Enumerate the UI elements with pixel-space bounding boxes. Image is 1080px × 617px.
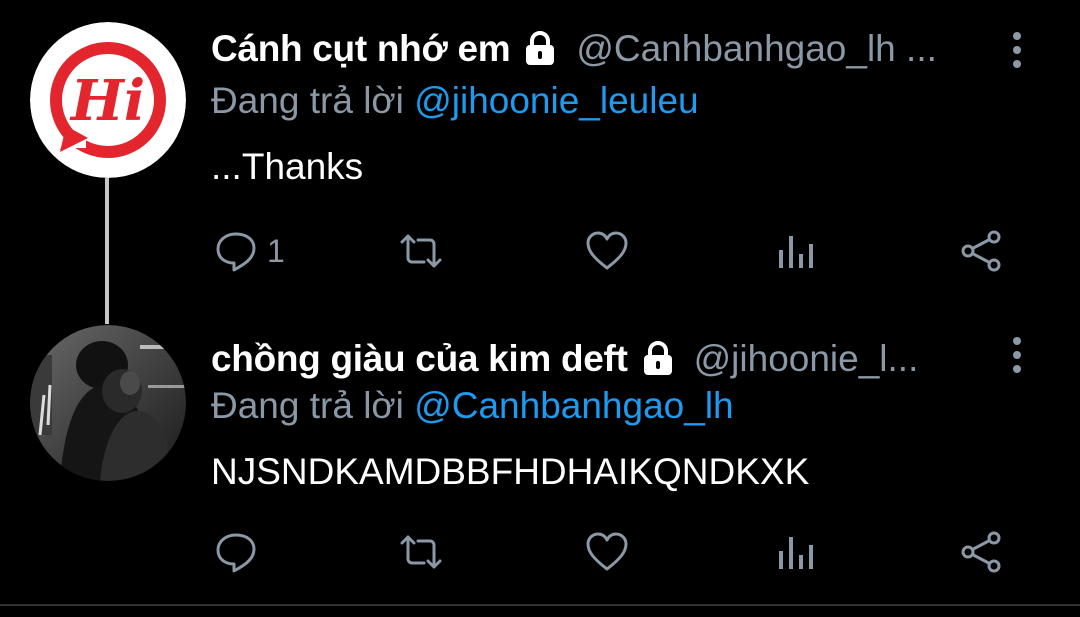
tweet[interactable]: chồng giàu của kim deft @jihoonie_l... Đ… (0, 305, 1080, 605)
tweet-text: ...Thanks (211, 146, 364, 187)
hi-logo-icon: Hi (30, 22, 186, 178)
user-handle[interactable]: @jihoonie_l... (694, 338, 919, 380)
like-button[interactable] (584, 527, 630, 577)
svg-text:Hi: Hi (69, 68, 145, 134)
analytics-icon (779, 537, 813, 569)
reply-mention-link[interactable]: @Canhbanhgao_lh (414, 385, 733, 426)
display-name[interactable]: chồng giàu của kim deft (211, 338, 628, 380)
avatar[interactable] (30, 325, 186, 481)
retweet-icon (400, 535, 442, 569)
heart-icon (586, 231, 628, 270)
share-icon (961, 230, 1001, 272)
more-options-icon[interactable] (1002, 333, 1032, 377)
tweet[interactable]: Hi Cánh cụt nhớ em @Canhbanhgao_lh ... Đ… (0, 0, 1080, 324)
analytics-icon (779, 236, 813, 268)
reply-button[interactable] (213, 527, 267, 577)
reply-prefix: Đang trả lời (211, 80, 404, 121)
tweet-actions (0, 527, 1080, 577)
tweet-header: Cánh cụt nhớ em @Canhbanhgao_lh ... (211, 28, 937, 70)
replying-to: Đang trả lời @jihoonie_leuleu (211, 80, 699, 122)
tweet-text: NJSNDKAMDBBFHDHAIKQNDKXK (211, 451, 810, 492)
reply-button[interactable]: 1 (213, 226, 285, 276)
replying-to: Đang trả lời @Canhbanhgao_lh (211, 385, 734, 427)
share-icon (961, 531, 1001, 573)
reply-count: 1 (267, 232, 285, 269)
heart-icon (586, 532, 628, 571)
retweet-button[interactable] (398, 527, 444, 577)
photo-avatar-icon (30, 325, 186, 481)
more-options-icon[interactable] (1002, 28, 1032, 72)
retweet-icon (400, 234, 442, 268)
retweet-button[interactable] (398, 226, 444, 276)
user-handle[interactable]: @Canhbanhgao_lh ... (576, 28, 937, 70)
tweet-header: chồng giàu của kim deft @jihoonie_l... (211, 338, 918, 380)
reply-icon (216, 232, 256, 272)
analytics-button[interactable] (773, 226, 819, 276)
avatar[interactable]: Hi (30, 22, 186, 178)
reply-prefix: Đang trả lời (211, 385, 404, 426)
divider (0, 604, 1080, 606)
reply-mention-link[interactable]: @jihoonie_leuleu (414, 80, 698, 121)
lock-icon (643, 341, 672, 375)
display-name[interactable]: Cánh cụt nhớ em (211, 28, 511, 70)
share-button[interactable] (958, 527, 1004, 577)
tweet-actions: 1 (0, 226, 1080, 276)
reply-icon (216, 533, 256, 573)
lock-icon (526, 31, 555, 65)
like-button[interactable] (584, 226, 630, 276)
analytics-button[interactable] (773, 527, 819, 577)
share-button[interactable] (958, 226, 1004, 276)
